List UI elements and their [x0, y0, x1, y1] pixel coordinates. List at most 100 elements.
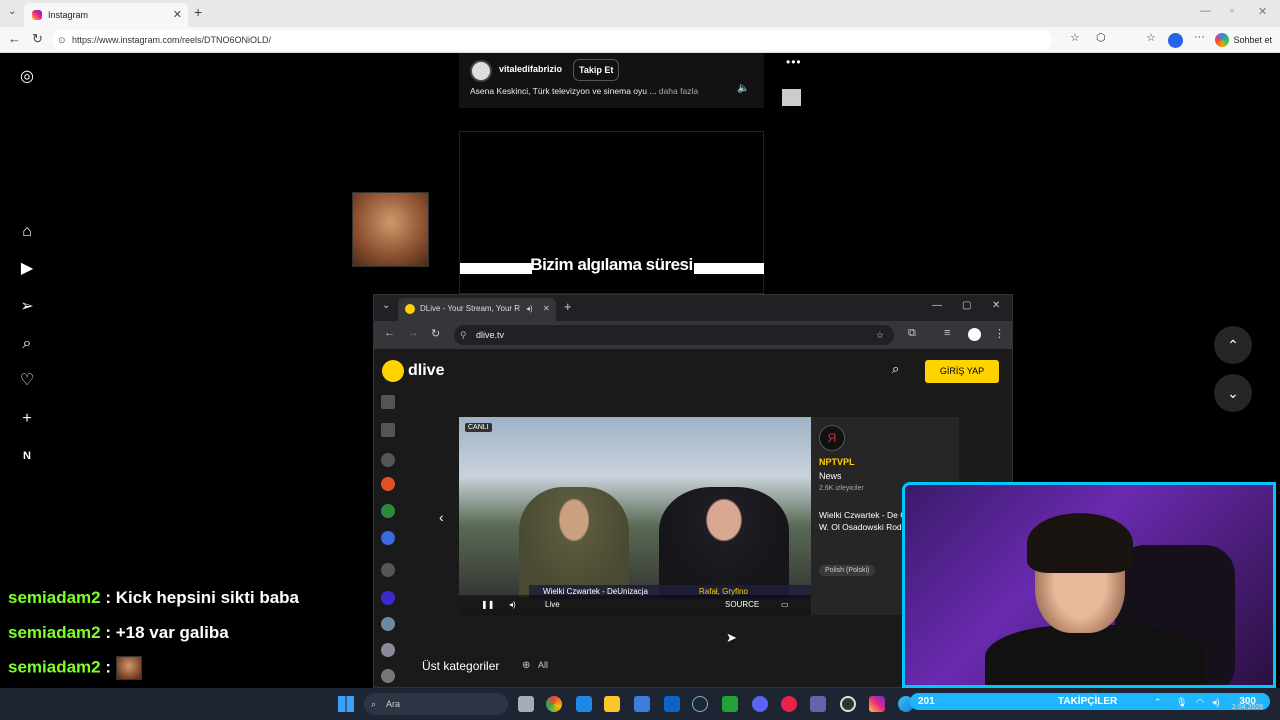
teams-icon[interactable] — [810, 696, 826, 712]
notifications-heart-icon[interactable]: ♡ — [18, 372, 36, 390]
dlive-logo[interactable]: dlive — [382, 360, 444, 382]
stream-emote-image — [352, 192, 429, 267]
fullscreen-icon[interactable]: ▭ — [781, 595, 789, 615]
site-info-icon[interactable]: ⊙ — [58, 30, 66, 50]
copilot-chat-button[interactable]: Sohbet et — [1215, 31, 1272, 49]
instagram-app-icon[interactable] — [869, 696, 885, 712]
new-tab-icon[interactable]: + — [194, 4, 202, 20]
channel-name[interactable]: NPTVPL — [819, 457, 855, 467]
caption-more-link[interactable]: daha fazla — [659, 86, 698, 96]
stream-video-player[interactable]: CANLI Wielki Czwartek - DeUnizacja Rafał… — [459, 417, 811, 615]
reels-icon[interactable]: ▶ — [18, 260, 36, 278]
site-settings-icon[interactable]: ⚲ — [460, 325, 467, 345]
more-options-icon[interactable]: ••• — [786, 55, 802, 69]
sidebar-channel-avatar[interactable] — [381, 477, 395, 491]
carousel-previous-icon[interactable]: ‹ — [439, 509, 444, 525]
close-window-icon[interactable]: ✕ — [1258, 5, 1267, 18]
task-view-icon[interactable] — [518, 696, 534, 712]
forward-icon[interactable]: → — [408, 327, 419, 339]
quality-source-label[interactable]: SOURCE — [725, 595, 759, 615]
reload-icon[interactable]: ↻ — [431, 327, 440, 340]
bookmark-star-icon[interactable]: ☆ — [876, 325, 884, 345]
obs-icon[interactable] — [840, 696, 856, 712]
login-button[interactable]: GİRİŞ YAP — [925, 360, 999, 383]
webcam-overlay — [902, 482, 1276, 688]
next-reel-button[interactable]: ⌄ — [1214, 374, 1252, 412]
audio-thumbnail[interactable] — [782, 89, 801, 106]
close-tab-icon[interactable]: ✕ — [543, 298, 550, 320]
tab-audio-icon[interactable]: ◂) — [526, 298, 533, 320]
taskbar-search[interactable]: ⌕ Ara — [364, 693, 508, 715]
file-explorer-icon[interactable] — [604, 696, 620, 712]
profile-n-icon[interactable]: N — [18, 447, 36, 465]
wifi-icon[interactable]: ◠ — [1196, 697, 1204, 708]
tray-chevron-icon[interactable]: ⌃ — [1154, 697, 1162, 708]
maximize-icon[interactable]: ▢ — [962, 300, 971, 311]
outlook-icon[interactable] — [664, 696, 680, 712]
profile-icon[interactable] — [1168, 33, 1183, 48]
tab-list-icon[interactable]: ⌄ — [8, 6, 16, 17]
steam-icon[interactable] — [692, 696, 708, 712]
channel-avatar[interactable]: Я — [819, 425, 845, 451]
follow-button[interactable]: Takip Et — [573, 59, 620, 81]
remote-desktop-icon[interactable] — [576, 696, 592, 712]
sidebar-channel-avatar[interactable] — [381, 531, 395, 545]
extensions-icon[interactable]: ⧉ — [908, 327, 916, 340]
back-icon[interactable]: ← — [384, 327, 395, 339]
start-windows-icon[interactable] — [338, 696, 354, 712]
sidebar-channel-avatar[interactable] — [381, 504, 395, 518]
discord-icon[interactable] — [752, 696, 768, 712]
sidebar-channel-avatar[interactable] — [381, 563, 395, 577]
chrome-menu-icon[interactable]: ⋮ — [994, 327, 1005, 340]
sidebar-browse-icon[interactable] — [381, 423, 395, 437]
search-icon[interactable]: ⌕ — [18, 335, 36, 353]
sidebar-following-icon[interactable] — [381, 453, 395, 467]
minimize-icon[interactable]: — — [1200, 5, 1211, 17]
url-field[interactable]: ⊙ https://www.instagram.com/reels/DTNO6O… — [52, 30, 1052, 50]
taskbar-date[interactable]: 2.04.2026 — [1232, 704, 1263, 711]
home-icon[interactable]: ⌂ — [18, 223, 36, 241]
new-tab-icon[interactable]: + — [564, 299, 572, 314]
previous-reel-button[interactable]: ⌃ — [1214, 326, 1252, 364]
speaker-icon[interactable]: ◂) — [1212, 697, 1220, 708]
media-controls-icon[interactable]: ≡ — [944, 327, 950, 339]
more-menu-icon[interactable]: ··· — [1194, 31, 1205, 43]
back-icon[interactable]: ← — [8, 31, 21, 46]
collections-icon[interactable]: ☆ — [1146, 31, 1156, 44]
reload-icon[interactable]: ↻ — [32, 31, 43, 47]
reel-username[interactable]: vitaledifabrizio — [499, 64, 562, 74]
maximize-icon[interactable]: ▫ — [1230, 5, 1234, 17]
instagram-logo-icon[interactable]: ◎ — [18, 68, 36, 86]
avatar[interactable] — [470, 60, 492, 82]
extensions-icon[interactable]: ⬡ — [1096, 31, 1106, 44]
tab-search-icon[interactable]: ⌄ — [382, 300, 390, 311]
sidebar-channel-avatar[interactable] — [381, 669, 395, 683]
copilot-label: Sohbet et — [1233, 35, 1272, 45]
messages-icon[interactable]: ➢ — [18, 298, 36, 316]
minimize-icon[interactable]: — — [932, 300, 942, 311]
tab-instagram[interactable]: Instagram ✕ — [24, 3, 188, 27]
url-field[interactable]: ⚲ dlive.tv ☆ — [454, 325, 894, 345]
sidebar-home-icon[interactable] — [381, 395, 395, 409]
close-tab-icon[interactable]: ✕ — [173, 3, 182, 27]
store-icon[interactable] — [634, 696, 650, 712]
profile-icon[interactable] — [968, 328, 981, 341]
all-languages-filter[interactable]: All — [538, 660, 548, 670]
favorites-icon[interactable]: ☆ — [1070, 31, 1080, 44]
microphone-icon[interactable]: 🎙 — [1176, 697, 1187, 708]
sidebar-channel-avatar[interactable] — [381, 643, 395, 657]
xbox-icon[interactable] — [722, 696, 738, 712]
media-player-icon[interactable] — [781, 696, 797, 712]
sidebar-channel-avatar[interactable] — [381, 617, 395, 631]
close-window-icon[interactable]: ✕ — [992, 300, 1000, 311]
player-controls: ❚❚ ◂) Live SOURCE ▭ — [459, 595, 811, 615]
volume-icon[interactable]: 🔈 — [737, 83, 749, 94]
tab-dlive[interactable]: DLive - Your Stream, Your R ◂) ✕ — [398, 298, 556, 321]
pause-icon[interactable]: ❚❚ — [481, 595, 494, 615]
language-tag[interactable]: Polish (Polski) — [819, 565, 876, 576]
search-icon[interactable]: ⌕ — [892, 361, 899, 377]
sidebar-channel-avatar[interactable] — [381, 591, 395, 605]
chrome-icon[interactable] — [546, 696, 562, 712]
create-plus-icon[interactable]: + — [18, 410, 36, 428]
volume-icon[interactable]: ◂) — [509, 595, 516, 615]
